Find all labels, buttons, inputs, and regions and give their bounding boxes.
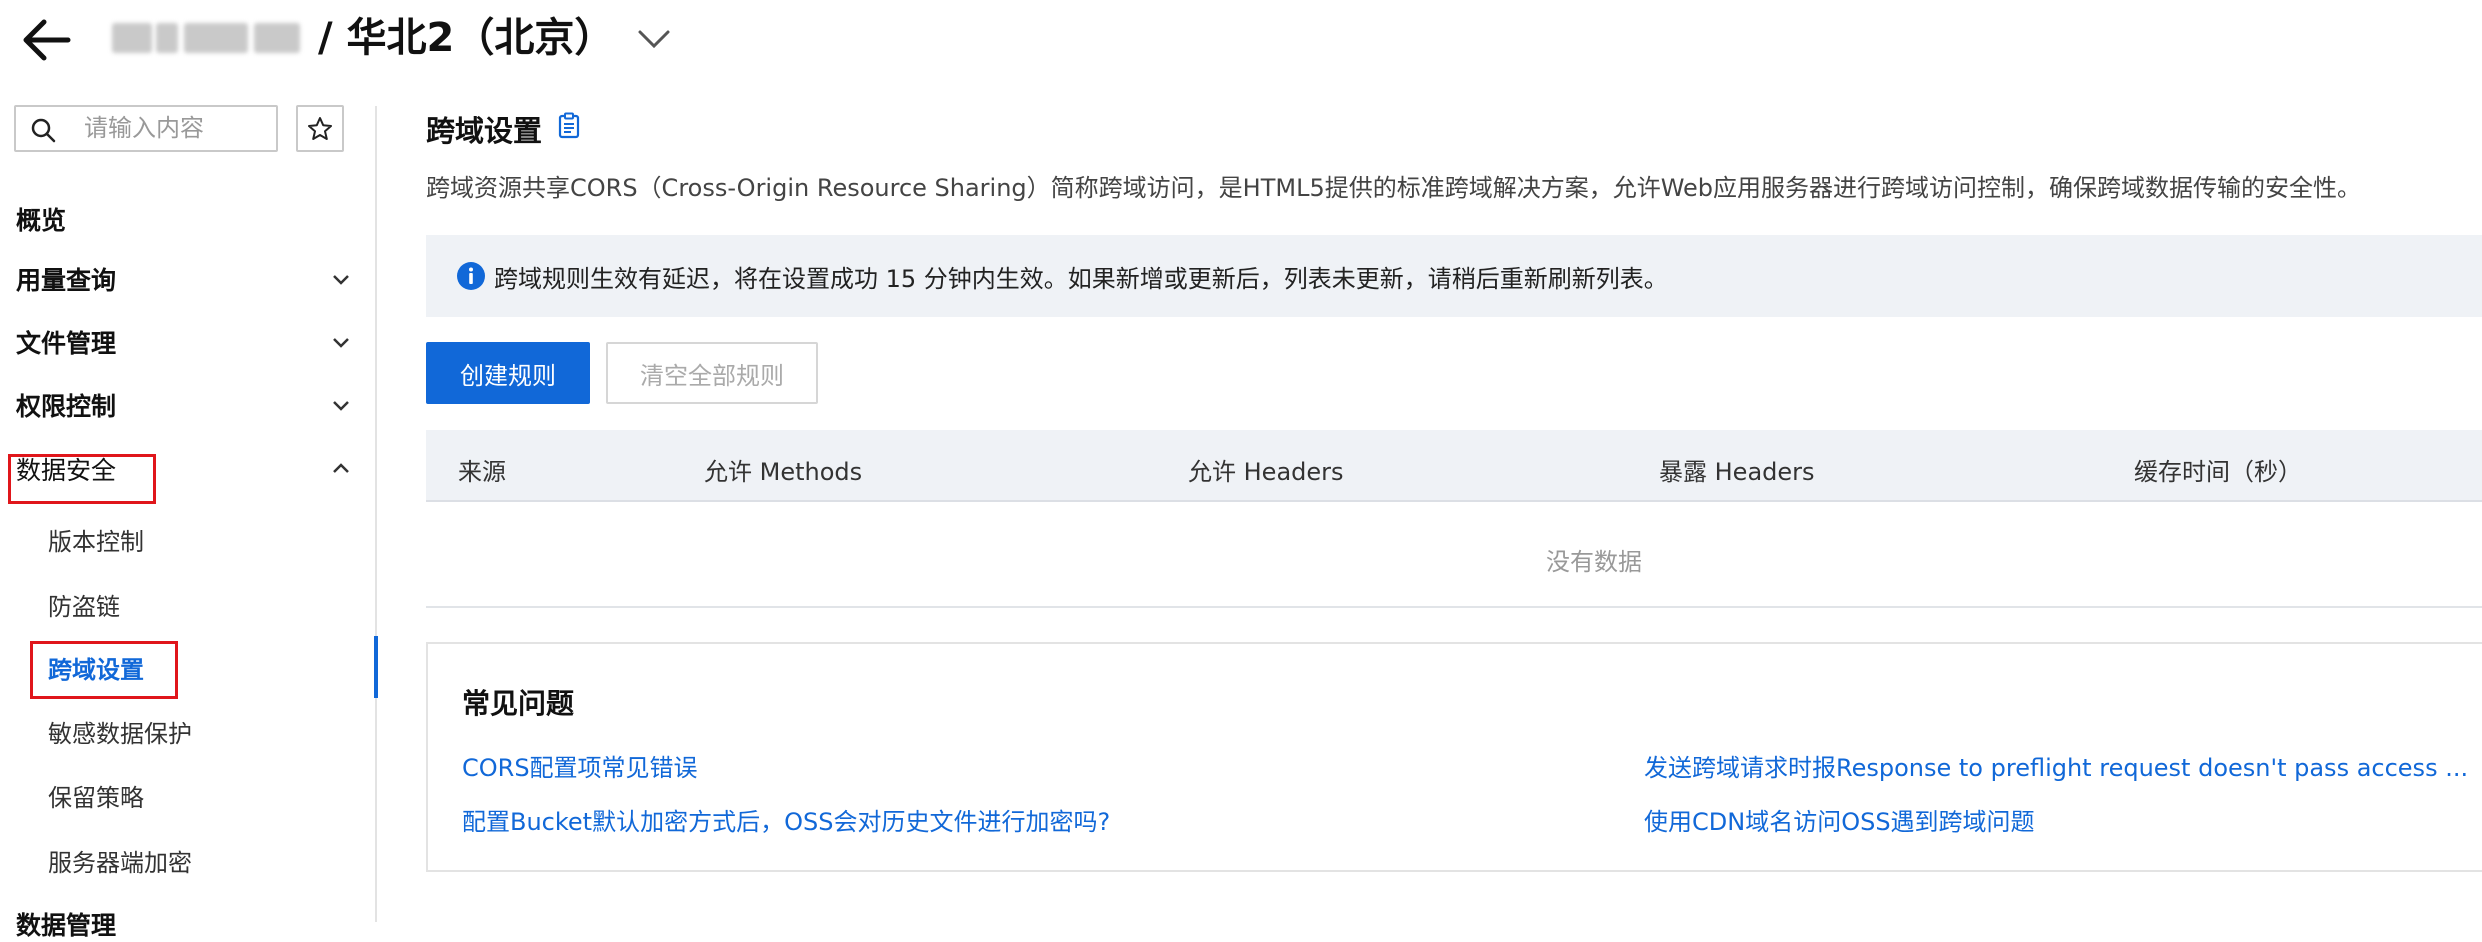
faq-card: 常见问题 CORS配置项常见错误 发送跨域请求时报Response to pre…: [426, 642, 2482, 872]
table-header: 来源 允许 Methods 允许 Headers 暴露 Headers 缓存时间…: [426, 430, 2482, 502]
chevron-down-icon[interactable]: [632, 18, 676, 58]
sidebar-item-hotlink-protection[interactable]: 防盗链: [48, 580, 120, 628]
sidebar-item-cors[interactable]: 跨域设置: [48, 643, 144, 691]
sidebar-item-label: 敏感数据保护: [48, 719, 192, 748]
sidebar-item-sensitive-data[interactable]: 敏感数据保护: [48, 707, 192, 755]
faq-link[interactable]: 配置Bucket默认加密方式后，OSS会对历史文件进行加密吗?: [462, 802, 1110, 837]
page-title: 跨域设置: [426, 114, 543, 148]
sidebar-item-label: 防盗链: [48, 592, 120, 621]
chevron-up-icon: [333, 463, 349, 473]
document-icon[interactable]: [556, 112, 582, 140]
sidebar-item-versioning[interactable]: 版本控制: [48, 515, 144, 563]
page-description: 跨域资源共享CORS（Cross-Origin Resource Sharing…: [426, 174, 2362, 202]
sidebar-item-label: 文件管理: [16, 329, 117, 358]
sidebar-item-retention[interactable]: 保留策略: [48, 771, 144, 819]
active-indicator: [374, 636, 378, 698]
search-input[interactable]: [84, 113, 264, 145]
sidebar-item-usage[interactable]: 用量查询: [16, 255, 360, 303]
faq-link[interactable]: 使用CDN域名访问OSS遇到跨域问题: [1644, 802, 2035, 837]
sidebar-item-label: 版本控制: [48, 527, 144, 556]
faq-title: 常见问题: [462, 687, 575, 720]
create-rule-button[interactable]: 创建规则: [426, 342, 590, 404]
column-header-allowed-headers: 允许 Headers: [1188, 458, 1344, 486]
sidebar-item-label: 权限控制: [16, 392, 117, 421]
faq-link[interactable]: 发送跨域请求时报Response to preflight request do…: [1644, 748, 2468, 783]
back-arrow-icon[interactable]: [18, 14, 76, 66]
region-title: / 华北2（北京）: [318, 15, 615, 61]
notice-banner: 跨域规则生效有延迟，将在设置成功 15 分钟内生效。如果新增或更新后，列表未更新…: [426, 235, 2482, 317]
sidebar-item-label: 跨域设置: [48, 655, 144, 684]
faq-link[interactable]: CORS配置项常见错误: [462, 748, 698, 783]
chevron-down-icon: [333, 275, 349, 285]
star-icon[interactable]: [296, 105, 344, 152]
clear-all-rules-button[interactable]: 清空全部规则: [606, 342, 818, 404]
column-header-cache-time: 缓存时间（秒）: [2134, 458, 2302, 486]
sidebar-divider: [375, 106, 377, 922]
sidebar-item-encryption[interactable]: 服务器端加密: [48, 836, 192, 884]
sidebar-item-label: 概览: [16, 206, 67, 235]
bucket-name-blurred: [112, 14, 312, 62]
chevron-down-icon: [333, 401, 349, 411]
info-icon: [457, 262, 485, 290]
empty-text: 没有数据: [1546, 548, 1642, 576]
sidebar-item-data-management[interactable]: 数据管理: [16, 906, 116, 942]
notice-text: 跨域规则生效有延迟，将在设置成功 15 分钟内生效。如果新增或更新后，列表未更新…: [494, 264, 1668, 293]
chevron-down-icon: [333, 338, 349, 348]
sidebar-item-files[interactable]: 文件管理: [16, 318, 360, 366]
sidebar-item-label: 服务器端加密: [48, 848, 192, 877]
sidebar-item-permissions[interactable]: 权限控制: [16, 381, 360, 429]
column-header-methods: 允许 Methods: [704, 458, 863, 486]
column-header-exposed-headers: 暴露 Headers: [1659, 458, 1815, 486]
sidebar-search[interactable]: [14, 105, 278, 152]
table-empty-row: 没有数据: [426, 502, 2482, 608]
search-icon: [30, 117, 56, 143]
sidebar-item-label: 数据安全: [16, 456, 117, 485]
column-header-origin: 来源: [458, 458, 506, 486]
sidebar-item-data-security[interactable]: 数据安全: [16, 445, 360, 493]
sidebar-item-overview[interactable]: 概览: [16, 195, 360, 243]
sidebar-item-label: 用量查询: [16, 266, 117, 295]
sidebar-item-label: 保留策略: [48, 783, 144, 812]
